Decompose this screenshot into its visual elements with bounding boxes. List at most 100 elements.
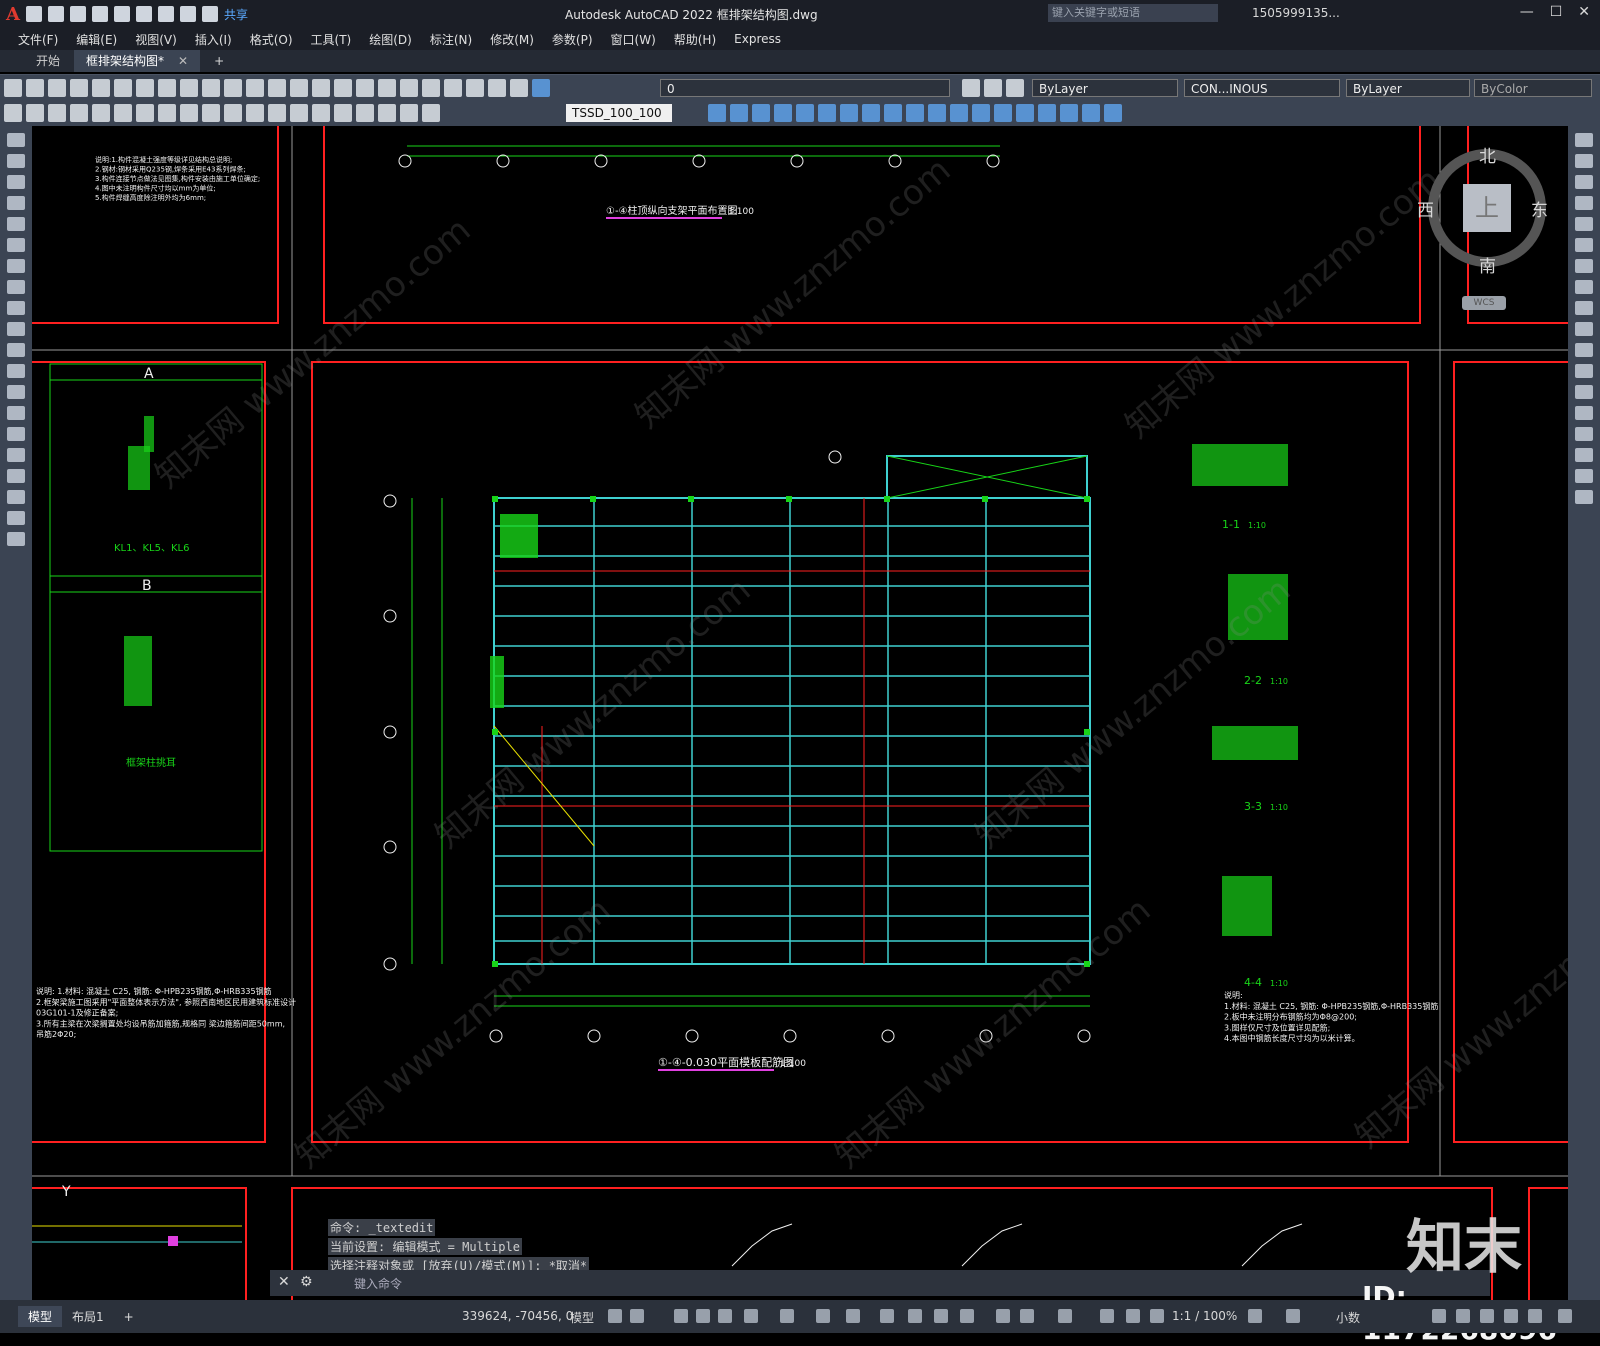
properties-icon[interactable] bbox=[356, 78, 374, 97]
dim-break-icon[interactable] bbox=[268, 104, 286, 122]
transparency-icon[interactable] bbox=[908, 1309, 922, 1323]
layer-match-icon[interactable] bbox=[1006, 79, 1024, 97]
move-side-icon[interactable] bbox=[1575, 238, 1593, 252]
join-side-icon[interactable] bbox=[1575, 406, 1593, 420]
menu-tools[interactable]: 工具(T) bbox=[311, 31, 352, 48]
polyline-icon[interactable] bbox=[7, 175, 25, 189]
point-icon[interactable] bbox=[7, 406, 25, 420]
spline-icon[interactable] bbox=[7, 301, 25, 315]
viewcube[interactable]: 北 南 东 西 上 WCS bbox=[1417, 140, 1563, 320]
calculator-icon[interactable] bbox=[466, 78, 484, 97]
selection-cycling-icon[interactable] bbox=[934, 1309, 948, 1323]
open-icon[interactable] bbox=[26, 78, 44, 97]
region-icon[interactable] bbox=[7, 469, 25, 483]
export-icon[interactable] bbox=[135, 6, 152, 22]
inspection-icon[interactable] bbox=[334, 104, 352, 122]
rectangle-icon[interactable] bbox=[7, 217, 25, 231]
trim-side-icon[interactable] bbox=[1575, 322, 1593, 336]
revcloud-icon[interactable] bbox=[7, 280, 25, 294]
match-properties-icon[interactable] bbox=[202, 78, 220, 97]
fillet-icon[interactable] bbox=[1016, 104, 1034, 122]
new-icon[interactable] bbox=[4, 78, 22, 97]
command-close-icon[interactable]: ✕ bbox=[278, 1274, 290, 1290]
erase-icon[interactable] bbox=[708, 104, 726, 122]
tab-drawing[interactable]: 框排架结构图* ✕ bbox=[74, 50, 201, 72]
radius-dim-icon[interactable] bbox=[92, 104, 110, 122]
make-current-layer-icon[interactable] bbox=[962, 79, 980, 97]
extend-side-icon[interactable] bbox=[1575, 343, 1593, 357]
maximize-button[interactable]: ☐ bbox=[1550, 4, 1563, 20]
redo-icon[interactable] bbox=[246, 78, 264, 97]
layer-state-icon[interactable] bbox=[532, 78, 550, 97]
break-point-icon[interactable] bbox=[1575, 364, 1593, 378]
print-icon[interactable] bbox=[70, 78, 88, 97]
explode-side-icon[interactable] bbox=[1575, 490, 1593, 504]
selection-filter-icon[interactable] bbox=[1020, 1309, 1034, 1323]
dim-text-edit-icon[interactable] bbox=[400, 104, 418, 122]
workspace-gear-icon[interactable] bbox=[1248, 1309, 1262, 1323]
isodraft-icon[interactable] bbox=[780, 1309, 794, 1323]
dynamic-ucs-icon[interactable] bbox=[996, 1309, 1010, 1323]
trim-icon[interactable] bbox=[906, 104, 924, 122]
join-icon[interactable] bbox=[972, 104, 990, 122]
tab-model[interactable]: 模型 bbox=[18, 1306, 63, 1327]
tool-palettes-icon[interactable] bbox=[400, 78, 418, 97]
layer-dropdown[interactable]: 0 bbox=[660, 79, 950, 97]
fillet-side-icon[interactable] bbox=[1575, 448, 1593, 462]
offset-icon[interactable] bbox=[774, 104, 792, 122]
tolerance-icon[interactable] bbox=[290, 104, 308, 122]
coordinates-readout[interactable]: 339624, -70456, 0 bbox=[462, 1309, 573, 1323]
clean-screen-icon[interactable] bbox=[1528, 1309, 1542, 1323]
tab-layout1[interactable]: 布局1 bbox=[62, 1306, 114, 1327]
line-icon[interactable] bbox=[7, 133, 25, 147]
undo-icon[interactable] bbox=[179, 6, 196, 22]
add-selected-icon[interactable] bbox=[7, 532, 25, 546]
sheet-set-icon[interactable] bbox=[422, 78, 440, 97]
new-file-icon[interactable] bbox=[25, 6, 42, 22]
dim-update-icon[interactable] bbox=[422, 104, 440, 122]
command-customize-icon[interactable]: ⚙ bbox=[300, 1274, 313, 1290]
ordinate-dim-icon[interactable] bbox=[70, 104, 88, 122]
close-tab-icon[interactable]: ✕ bbox=[178, 54, 188, 68]
publish-icon[interactable] bbox=[114, 78, 132, 97]
copy-side-icon[interactable] bbox=[1575, 154, 1593, 168]
arc-icon[interactable] bbox=[7, 238, 25, 252]
array-side-icon[interactable] bbox=[1575, 217, 1593, 231]
menu-file[interactable]: 文件(F) bbox=[18, 31, 58, 48]
wcs-menu[interactable]: WCS bbox=[1462, 296, 1506, 310]
insert-block-icon[interactable] bbox=[7, 364, 25, 378]
make-block-icon[interactable] bbox=[7, 385, 25, 399]
erase-side-icon[interactable] bbox=[1575, 133, 1593, 147]
construction-line-icon[interactable] bbox=[7, 154, 25, 168]
hardware-acceleration-icon[interactable] bbox=[1504, 1309, 1518, 1323]
save-icon[interactable] bbox=[48, 78, 66, 97]
user-account[interactable]: 1505999135... bbox=[1252, 6, 1340, 20]
diameter-dim-icon[interactable] bbox=[136, 104, 154, 122]
offset-side-icon[interactable] bbox=[1575, 196, 1593, 210]
preview-icon[interactable] bbox=[92, 78, 110, 97]
minimize-button[interactable]: — bbox=[1520, 4, 1534, 20]
ellipse-icon[interactable] bbox=[7, 322, 25, 336]
break-side-icon[interactable] bbox=[1575, 385, 1593, 399]
paste-icon[interactable] bbox=[180, 78, 198, 97]
undo-icon[interactable] bbox=[224, 78, 242, 97]
continue-dim-icon[interactable] bbox=[224, 104, 242, 122]
explode-icon[interactable] bbox=[1038, 104, 1056, 122]
menu-draw[interactable]: 绘图(D) bbox=[369, 31, 412, 48]
menu-edit[interactable]: 编辑(E) bbox=[76, 31, 117, 48]
zoom-window-icon[interactable] bbox=[312, 78, 330, 97]
autocad-logo[interactable]: A bbox=[6, 4, 20, 25]
viewcube-west[interactable]: 西 bbox=[1417, 196, 1434, 221]
lineweight-icon[interactable] bbox=[880, 1309, 894, 1323]
polar-icon[interactable] bbox=[744, 1309, 758, 1323]
array-icon[interactable] bbox=[796, 104, 814, 122]
quick-properties-icon[interactable] bbox=[1432, 1309, 1446, 1323]
menu-insert[interactable]: 插入(I) bbox=[195, 31, 232, 48]
annotation-scale-icon[interactable] bbox=[1150, 1309, 1164, 1323]
multiline-text-icon[interactable] bbox=[7, 511, 25, 525]
help-icon[interactable] bbox=[488, 78, 506, 97]
aligned-dim-icon[interactable] bbox=[26, 104, 44, 122]
dim-space-icon[interactable] bbox=[246, 104, 264, 122]
ellipse-arc-icon[interactable] bbox=[7, 343, 25, 357]
layer-previous-icon[interactable] bbox=[984, 79, 1002, 97]
